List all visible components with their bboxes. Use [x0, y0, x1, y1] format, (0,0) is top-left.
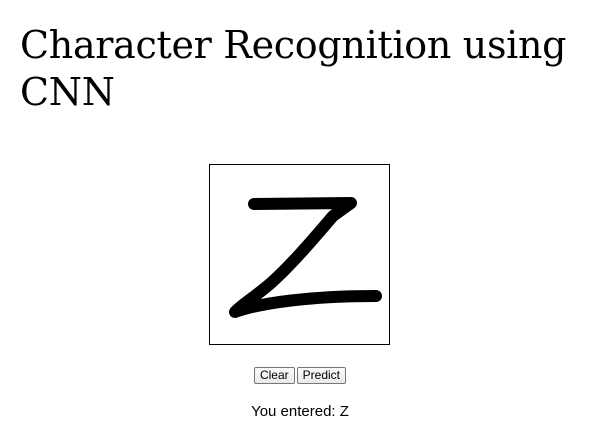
prediction-result: You entered: Z	[251, 403, 349, 420]
drawing-canvas[interactable]	[209, 164, 390, 345]
page-title: Character Recognition using CNN	[20, 23, 567, 114]
clear-button[interactable]: Clear	[253, 367, 295, 384]
button-group: Clear Predict	[0, 367, 600, 384]
handwritten-character-stroke	[229, 197, 382, 318]
predict-button[interactable]: Predict	[296, 367, 347, 384]
